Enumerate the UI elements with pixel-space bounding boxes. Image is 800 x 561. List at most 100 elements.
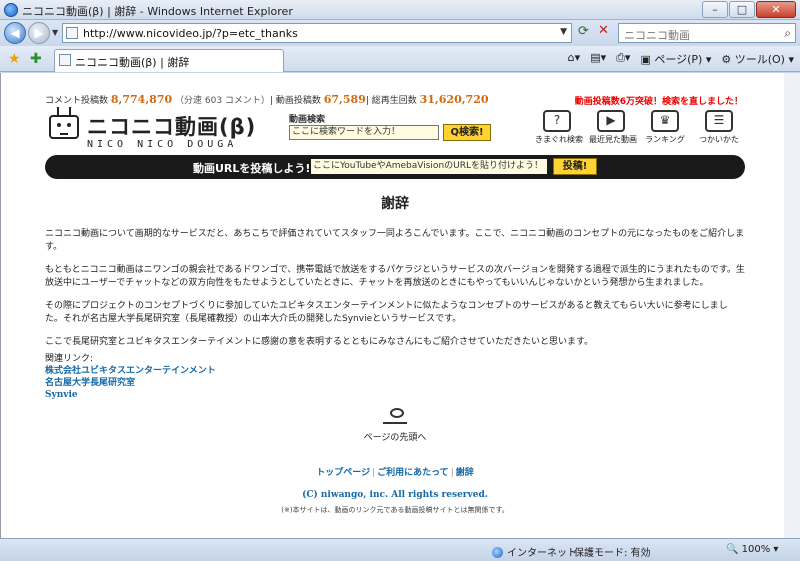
disclaimer: (※)本サイトは、動画のリンク元である動画投稿サイトとは無関係です。	[281, 506, 509, 514]
minimize-button[interactable]: –	[702, 1, 728, 18]
history-dropdown-icon[interactable]: ▼	[52, 28, 58, 37]
paragraph: ここで長尾研究室とユビキタスエンターテイメントに感謝の意を表明するとともにみなさ…	[45, 337, 594, 347]
plays-label: 総再生回数	[371, 96, 417, 106]
related-links-label: 関連リンク:	[45, 354, 94, 364]
footer-link-terms[interactable]: ご利用にあたって	[377, 468, 449, 478]
site-notice[interactable]: 動画投稿数6万突破！検索を直しました！	[575, 94, 743, 107]
page-menu[interactable]: ▣ ページ(P) ▾	[640, 51, 711, 67]
link-ubiquitous[interactable]: 株式会社ユビキタスエンターテインメント	[45, 365, 216, 377]
browser-search-placeholder: ニコニコ動画	[624, 29, 690, 42]
tools-menu[interactable]: ⚙ ツール(O) ▾	[721, 51, 794, 67]
nav-random-search-label: きまぐれ検索	[535, 135, 583, 144]
favorites-star-icon[interactable]: ★	[8, 51, 21, 67]
paragraph: もともとニコニコ動画はニワンゴの親会社であるドワンゴで、携帯電話で放送をするパケ…	[45, 265, 745, 288]
page-menu-label: ページ(P)	[654, 53, 703, 66]
add-favorites-icon[interactable]: ✚	[30, 51, 42, 67]
videos-value: 67,589	[323, 93, 366, 106]
post-url-label: 動画URLを投稿しよう!	[193, 162, 311, 175]
link-nagoya-lab[interactable]: 名古屋大学長尾研究室	[45, 377, 216, 389]
recent-videos-icon: ▶	[597, 110, 625, 132]
random-search-icon: ?	[543, 110, 571, 132]
video-search-label: 動画検索	[289, 115, 326, 125]
nav-ranking-label: ランキング	[645, 135, 685, 144]
stop-icon[interactable]: ✕	[598, 23, 609, 38]
nav-recent-videos[interactable]: ▶ 最近見た動画	[589, 110, 637, 145]
to-top-mascot-icon	[383, 408, 407, 424]
command-bar: ⌂▾ ▤▾ ⎙▾ ▣ ページ(P) ▾ ⚙ ツール(O) ▾	[568, 51, 794, 67]
maximize-button[interactable]: □	[729, 1, 755, 18]
security-zone[interactable]: インターネット	[492, 544, 577, 559]
address-url[interactable]: http://www.nicovideo.jp/?p=etc_thanks	[83, 27, 298, 40]
tv-mascot-icon	[49, 115, 79, 139]
protected-mode[interactable]: 保護モード: 有効	[574, 544, 651, 559]
ranking-icon: ♛	[651, 110, 679, 132]
back-to-top[interactable]: ページの先頭へ	[335, 408, 455, 450]
link-synvie[interactable]: Synvie	[45, 389, 216, 401]
post-url-bar: 動画URLを投稿しよう! ここにYouTubeやAmebaVisionのURLを…	[45, 155, 745, 179]
zoom-level[interactable]: 🔍 100% ▾	[726, 544, 778, 555]
window-title: ニコニコ動画(β) | 謝辞 - Windows Internet Explor…	[22, 5, 293, 18]
browser-search-box[interactable]: ニコニコ動画 ⌕	[618, 23, 796, 43]
tab-toolbar: ★ ✚ ニコニコ動画(β) | 謝辞 ⌂▾ ▤▾ ⎙▾ ▣ ページ(P) ▾ ⚙…	[0, 46, 800, 72]
page-title: 謝辞	[381, 196, 409, 212]
page-viewport: コメント投稿数 8,774,870 （分速 603 コメント） | 動画投稿数 6…	[0, 73, 800, 538]
print-icon[interactable]: ⎙▾	[616, 51, 630, 67]
zoom-value: 100%	[741, 544, 771, 555]
logo-text-en: NICO NICO DOUGA	[87, 139, 238, 150]
ie-logo-icon	[4, 3, 18, 17]
comments-per-minute: （分速 603 コメント）	[175, 96, 270, 106]
forward-button[interactable]: ▶	[28, 22, 50, 44]
address-bar[interactable]: http://www.nicovideo.jp/?p=etc_thanks ▼	[62, 23, 572, 43]
page-scrollbar[interactable]	[784, 73, 800, 538]
tab-label: ニコニコ動画(β) | 謝辞	[75, 56, 190, 69]
nav-howto-label: つかいかた	[699, 135, 739, 144]
window-controls: – □ ✕	[702, 1, 796, 18]
footer-link-top[interactable]: トップページ	[316, 468, 370, 478]
status-bar: インターネット 保護モード: 有効 🔍 100% ▾	[0, 538, 800, 561]
article-body: ニコニコ動画について画期的なサービスだと、あちこちで評価されていてスタッフ一同よ…	[45, 228, 745, 359]
comments-label: コメント投稿数	[45, 96, 109, 106]
howto-icon: ☰	[705, 110, 733, 132]
nav-icons: ? きまぐれ検索 ▶ 最近見た動画 ♛ ランキング ☰ つかいかた	[535, 110, 741, 145]
video-search-button[interactable]: Q検索!	[443, 124, 491, 141]
feeds-icon[interactable]: ▤▾	[590, 51, 606, 67]
paragraph: その際にプロジェクトのコンセプトづくりに参加していたユビキタスエンターテインメン…	[45, 301, 728, 324]
address-toolbar: ◀ ▶ ▼ http://www.nicovideo.jp/?p=etc_tha…	[0, 20, 800, 46]
window-title-bar: ニコニコ動画(β) | 謝辞 - Windows Internet Explor…	[0, 0, 800, 20]
tab-favicon-icon	[59, 54, 71, 66]
nav-recent-videos-label: 最近見た動画	[589, 135, 637, 144]
tools-menu-label: ツール(O)	[734, 53, 785, 66]
site-logo[interactable]: ニコニコ動画(β) NICO NICO DOUGA	[49, 107, 259, 155]
back-to-top-label: ページの先頭へ	[363, 433, 427, 443]
tv-antenna-icon	[57, 107, 71, 115]
post-url-input[interactable]: ここにYouTubeやAmebaVisionのURLを貼り付けよう！	[311, 159, 547, 174]
video-search: 動画検索 ここに検索ワードを入力！ Q検索!	[289, 112, 491, 141]
comments-value: 8,774,870	[110, 93, 173, 106]
close-button[interactable]: ✕	[756, 1, 796, 18]
nav-howto[interactable]: ☰ つかいかた	[697, 110, 741, 145]
paragraph: ニコニコ動画について画期的なサービスだと、あちこちで評価されていてスタッフ一同よ…	[45, 229, 745, 252]
refresh-icon[interactable]: ⟳	[578, 24, 589, 39]
post-url-button[interactable]: 投稿!	[553, 158, 597, 175]
footer-link-thanks[interactable]: 謝辞	[456, 468, 474, 478]
page-favicon-icon	[66, 27, 78, 39]
logo-text-jp: ニコニコ動画(β)	[87, 115, 257, 139]
nav-ranking[interactable]: ♛ ランキング	[643, 110, 687, 145]
footer-links: トップページ | ご利用にあたって | 謝辞	[45, 465, 745, 478]
security-zone-label: インターネット	[507, 548, 577, 559]
search-icon[interactable]: ⌕	[784, 26, 791, 41]
home-icon[interactable]: ⌂▾	[568, 51, 581, 67]
address-dropdown-icon[interactable]: ▼	[560, 27, 567, 37]
plays-value: 31,620,720	[419, 93, 489, 106]
related-links: 関連リンク: 株式会社ユビキタスエンターテインメント 名古屋大学長尾研究室 Sy…	[45, 353, 216, 401]
nav-random-search[interactable]: ? きまぐれ検索	[535, 110, 583, 145]
tab-current[interactable]: ニコニコ動画(β) | 謝辞	[54, 49, 284, 72]
footer-separator: |	[372, 468, 376, 478]
site-stats: コメント投稿数 8,774,870 （分速 603 コメント）| 動画投稿数 6…	[45, 93, 489, 106]
video-search-input[interactable]: ここに検索ワードを入力！	[289, 125, 439, 140]
footer-separator: |	[450, 468, 454, 478]
copyright: (C) niwango, inc. All rights reserved.	[302, 490, 488, 500]
videos-label: 動画投稿数	[275, 96, 321, 106]
globe-icon	[492, 547, 503, 558]
back-button[interactable]: ◀	[4, 22, 26, 44]
